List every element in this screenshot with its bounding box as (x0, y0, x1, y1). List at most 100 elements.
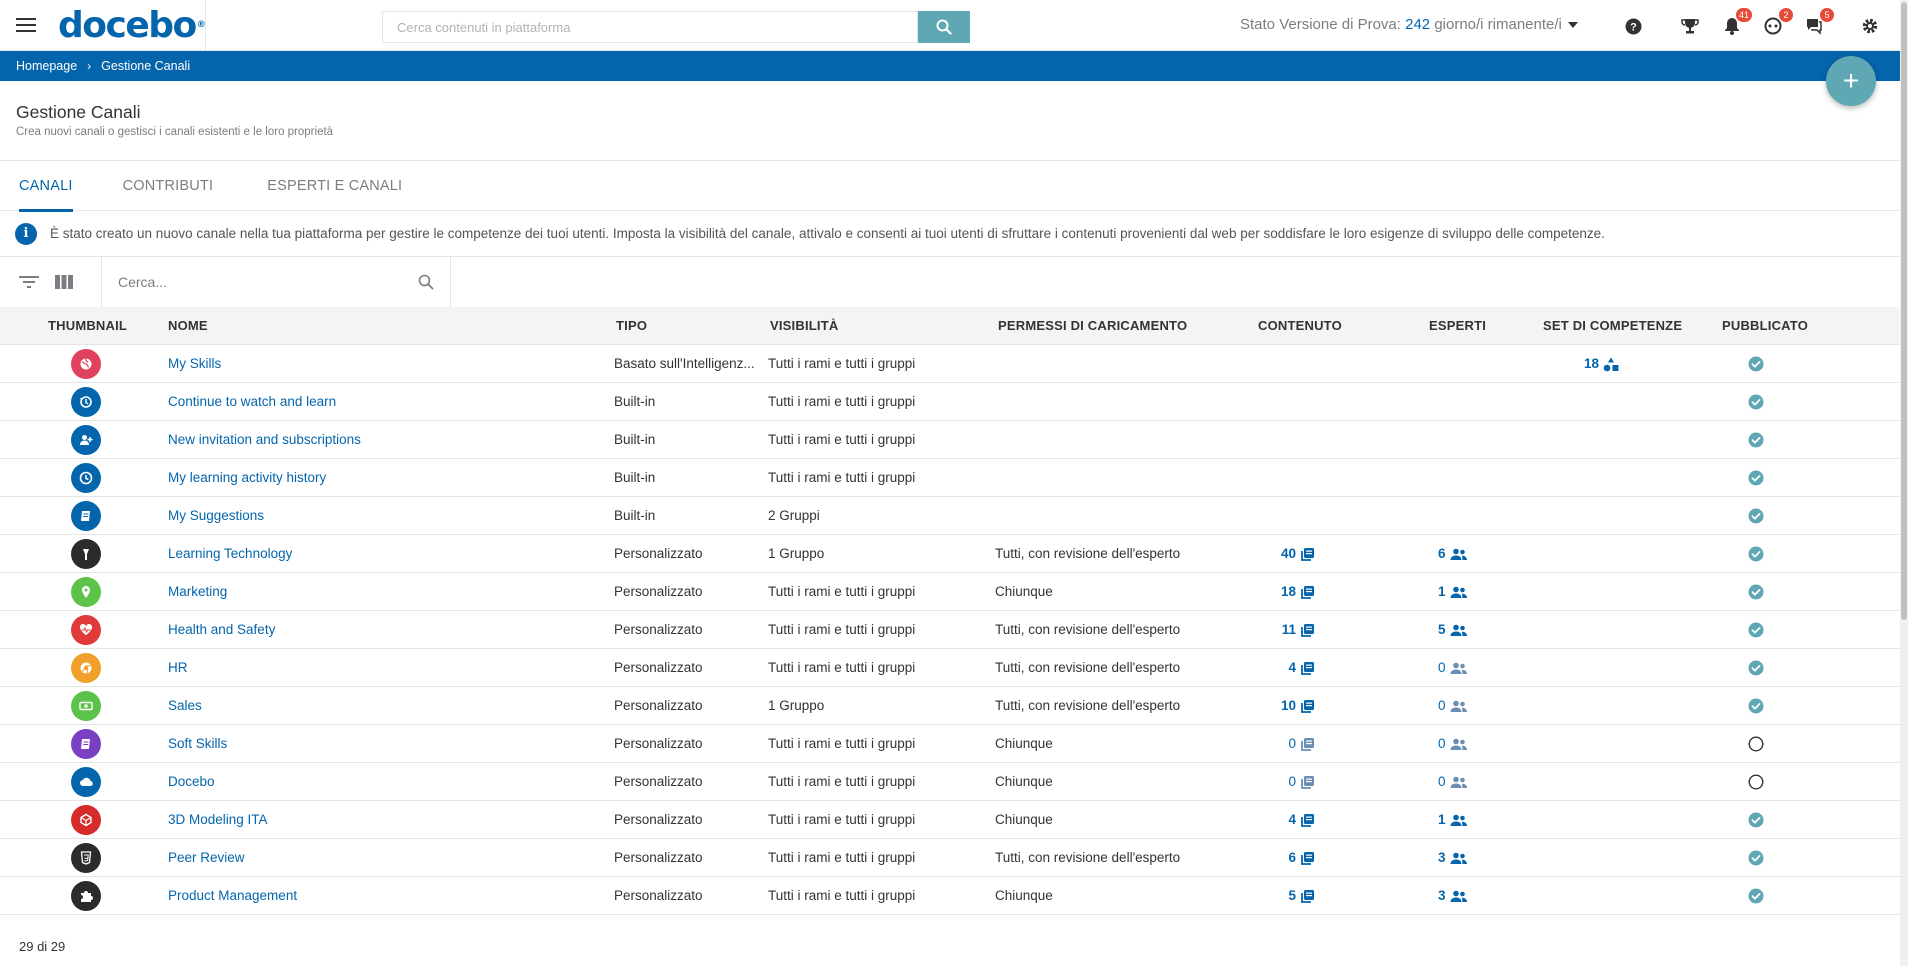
scrollbar-thumb[interactable] (1901, 2, 1907, 620)
breadcrumb-home[interactable]: Homepage (16, 59, 77, 73)
breadcrumb-current: Gestione Canali (101, 59, 191, 73)
col-type[interactable]: TIPO (616, 307, 647, 345)
col-visibility[interactable]: VISIBILITÀ (770, 307, 838, 345)
channel-name[interactable]: Learning Technology (168, 535, 608, 573)
channel-content[interactable]: 4 (1240, 801, 1315, 839)
notifications-button[interactable]: 41 (1720, 8, 1752, 38)
col-skills[interactable]: SET DI COMPETENZE (1543, 307, 1682, 345)
logo[interactable]: docebo ® (52, 0, 206, 51)
experts-group-icon (1450, 814, 1467, 826)
channel-name[interactable]: Sales (168, 687, 608, 725)
search-icon[interactable] (418, 274, 434, 290)
messages-button[interactable]: 5 (1802, 8, 1834, 38)
content-count: 0 (1288, 774, 1296, 789)
gamification-button[interactable] (1678, 14, 1702, 38)
table-row[interactable]: 3D Modeling ITA Personalizzato Tutti i ram… (0, 801, 1900, 839)
table-row[interactable]: Peer Review Personalizzato Tutti i rami e … (0, 839, 1900, 877)
col-upload-permissions[interactable]: PERMESSI DI CARICAMENTO (998, 307, 1187, 345)
channel-content[interactable]: 10 (1240, 687, 1315, 725)
content-stack-icon (1301, 889, 1314, 903)
channel-name[interactable]: New invitation and subscriptions (168, 421, 608, 459)
channel-content[interactable]: 11 (1240, 611, 1315, 649)
content-stack-icon (1301, 623, 1314, 637)
channel-name[interactable]: Continue to watch and learn (168, 383, 608, 421)
table-toolbar (0, 257, 1900, 307)
settings-button[interactable] (1858, 14, 1882, 38)
global-search-input[interactable] (382, 11, 918, 43)
col-name[interactable]: NOME (168, 307, 208, 345)
trial-status[interactable]: Stato Versione di Prova: 242 giorno/i ri… (1240, 16, 1578, 33)
tab-esperti-e-canali[interactable]: ESPERTI E CANALI (267, 161, 402, 211)
table-row[interactable]: My learning activity history Built-in Tutt… (0, 459, 1900, 497)
help-button[interactable]: ? (1621, 14, 1645, 38)
table-row[interactable]: My Suggestions Built-in 2 Gruppi (0, 497, 1900, 535)
channel-content[interactable]: 18 (1240, 573, 1315, 611)
table-row[interactable]: Learning Technology Personalizzato 1 Grupp… (0, 535, 1900, 573)
channel-content[interactable]: 6 (1240, 839, 1315, 877)
channel-content[interactable]: 40 (1240, 535, 1315, 573)
channel-experts[interactable]: 0 (1438, 687, 1498, 725)
channel-type: Personalizzato (614, 850, 703, 865)
channel-name[interactable]: Product Management (168, 877, 608, 915)
channel-name[interactable]: Marketing (168, 573, 608, 611)
table-row[interactable]: Health and Safety Personalizzato Tutti i r… (0, 611, 1900, 649)
channel-experts[interactable]: 0 (1438, 649, 1498, 687)
channel-experts[interactable]: 0 (1438, 763, 1498, 801)
channel-name[interactable]: Soft Skills (168, 725, 608, 763)
col-thumbnail: THUMBNAIL (48, 318, 128, 333)
col-content[interactable]: CONTENUTO (1258, 307, 1342, 345)
experts-count: 0 (1438, 660, 1446, 675)
tab-contributi[interactable]: CONTRIBUTI (123, 161, 214, 211)
channel-name[interactable]: My Suggestions (168, 497, 608, 535)
table-row[interactable]: Product Management Personalizzato Tutti i … (0, 877, 1900, 915)
channel-content[interactable]: 4 (1240, 649, 1315, 687)
channel-content[interactable]: 0 (1240, 763, 1315, 801)
published-check-icon (1748, 850, 1764, 866)
channel-experts[interactable]: 3 (1438, 839, 1498, 877)
table-search-input[interactable] (102, 274, 402, 290)
table-row[interactable]: Sales Personalizzato 1 Gruppo Tutti, con re… (0, 687, 1900, 725)
channel-experts[interactable]: 1 (1438, 801, 1498, 839)
table-row[interactable]: Continue to watch and learn Built-in Tutti… (0, 383, 1900, 421)
experts-group-icon (1450, 776, 1467, 788)
content-stack-icon (1301, 737, 1314, 751)
channel-name[interactable]: 3D Modeling ITA (168, 801, 608, 839)
channel-skills[interactable]: 18 (1584, 345, 1664, 383)
coach-button[interactable]: 2 (1761, 8, 1793, 38)
table-row[interactable]: Docebo Personalizzato Tutti i rami e tutti… (0, 763, 1900, 801)
menu-button[interactable] (0, 0, 52, 51)
channel-name[interactable]: My learning activity history (168, 459, 608, 497)
columns-button[interactable] (48, 266, 80, 298)
table-body: My Skills Basato sull'Intelligenz... Tutti… (0, 345, 1900, 926)
table-row[interactable]: New invitation and subscriptions Built-in… (0, 421, 1900, 459)
table-row[interactable]: My Skills Basato sull'Intelligenz... Tutti… (0, 345, 1900, 383)
table-row[interactable]: Soft Skills Personalizzato Tutti i rami e … (0, 725, 1900, 763)
channel-content[interactable]: 0 (1240, 725, 1315, 763)
col-published[interactable]: PUBBLICATO (1722, 307, 1808, 345)
channel-name[interactable]: Peer Review (168, 839, 608, 877)
channel-experts[interactable]: 6 (1438, 535, 1498, 573)
channel-experts[interactable]: 3 (1438, 877, 1498, 915)
channel-name[interactable]: My Skills (168, 345, 608, 383)
page-scrollbar[interactable] (1900, 0, 1908, 966)
published-check-icon (1748, 546, 1764, 562)
search-icon (936, 19, 952, 35)
channel-content[interactable]: 5 (1240, 877, 1315, 915)
col-experts[interactable]: ESPERTI (1429, 307, 1486, 345)
tab-canali[interactable]: CANALI (19, 161, 73, 212)
channel-name[interactable]: Health and Safety (168, 611, 608, 649)
filter-button[interactable] (13, 266, 45, 298)
content-count: 11 (1281, 622, 1296, 637)
experts-count: 3 (1438, 850, 1446, 865)
channel-experts[interactable]: 1 (1438, 573, 1498, 611)
channel-name[interactable]: Docebo (168, 763, 608, 801)
table-row[interactable]: Marketing Personalizzato Tutti i rami e tu… (0, 573, 1900, 611)
channel-name[interactable]: HR (168, 649, 608, 687)
channel-experts[interactable]: 5 (1438, 611, 1498, 649)
chrome-icon (80, 662, 92, 674)
table-footer: 29 di 29 (0, 926, 1900, 966)
global-search-button[interactable] (918, 11, 970, 43)
table-row[interactable]: HR Personalizzato Tutti i rami e tutti i g… (0, 649, 1900, 687)
channel-experts[interactable]: 0 (1438, 725, 1498, 763)
filter-icon (19, 276, 39, 288)
